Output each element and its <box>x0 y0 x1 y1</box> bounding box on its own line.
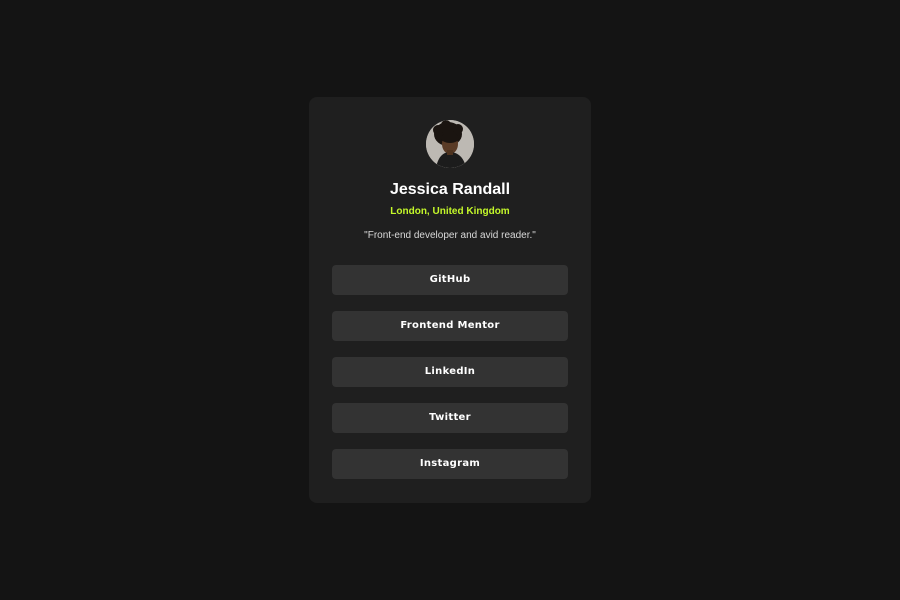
github-link-button[interactable]: GitHub <box>332 265 568 295</box>
social-links-list: GitHub Frontend Mentor LinkedIn Twitter … <box>332 265 568 495</box>
avatar-image <box>426 120 474 168</box>
avatar <box>426 120 474 168</box>
profile-name: Jessica Randall <box>389 181 511 198</box>
twitter-link-button[interactable]: Twitter <box>332 403 568 433</box>
linkedin-link-button[interactable]: LinkedIn <box>332 357 568 387</box>
profile-location: London, United Kingdom <box>390 206 510 217</box>
frontend-mentor-link-button[interactable]: Frontend Mentor <box>332 311 568 341</box>
profile-card: Jessica Randall London, United Kingdom "… <box>309 97 591 503</box>
instagram-link-button[interactable]: Instagram <box>332 449 568 479</box>
profile-bio: "Front-end developer and avid reader." <box>364 230 536 241</box>
